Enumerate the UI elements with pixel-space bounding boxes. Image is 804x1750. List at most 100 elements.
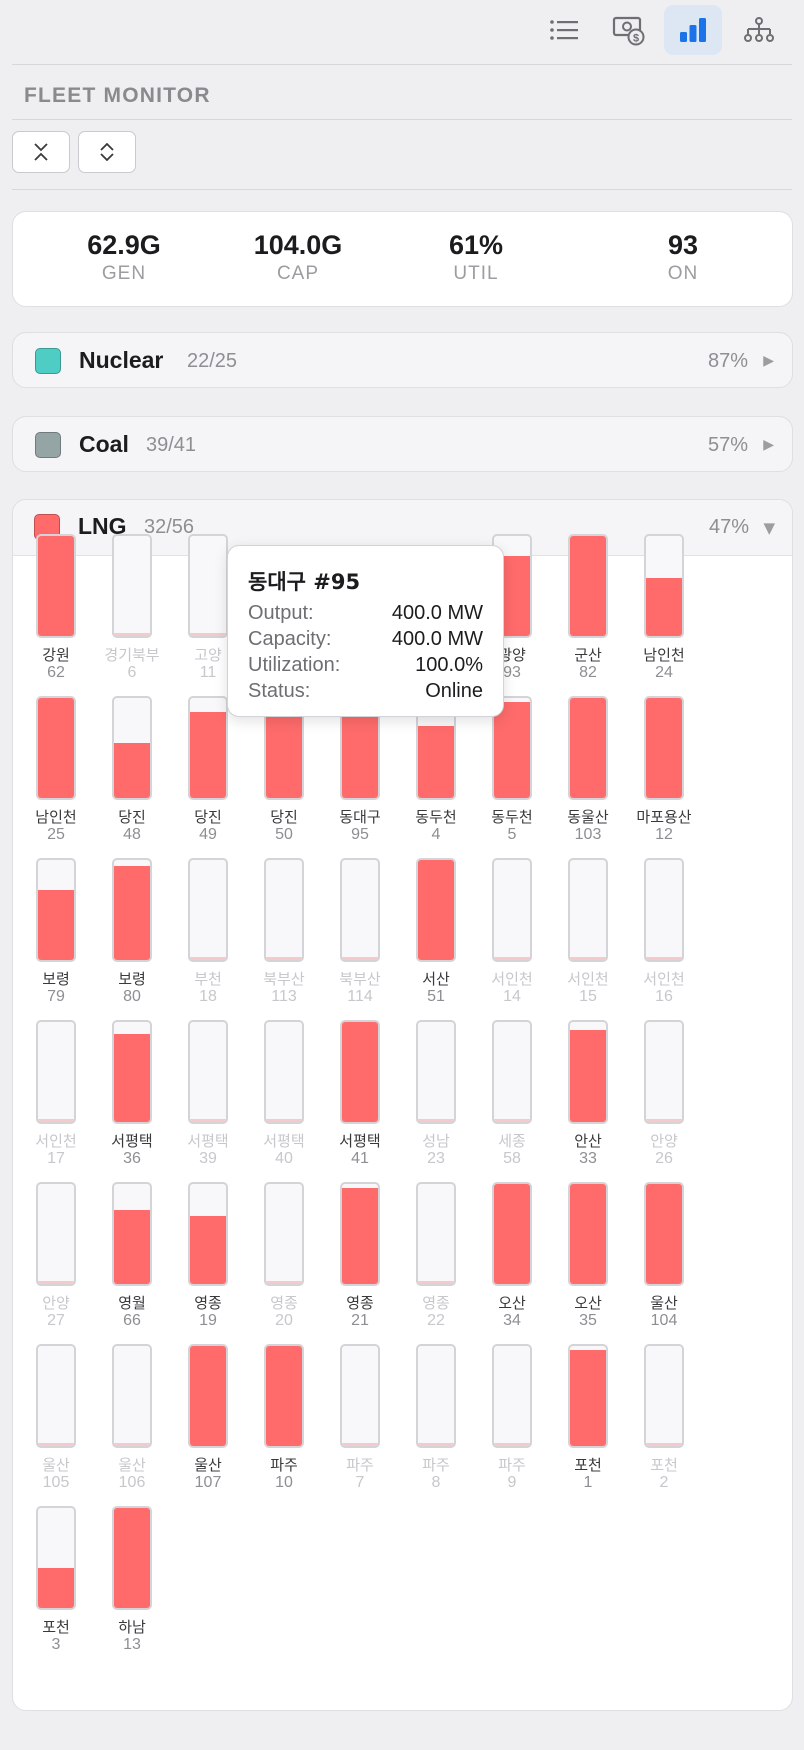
lng-unit[interactable]: 부천 18: [170, 858, 246, 1018]
lng-unit[interactable]: 당진 48: [94, 696, 170, 856]
lng-unit[interactable]: 영월 66: [94, 1182, 170, 1342]
lng-unit[interactable]: 군산 82: [550, 534, 626, 694]
lng-unit[interactable]: 울산 106: [94, 1344, 170, 1504]
lng-unit[interactable]: 파주 9: [474, 1344, 550, 1504]
lng-unit[interactable]: 영종 20: [246, 1182, 322, 1342]
unit-utilization-fill: [38, 1281, 74, 1284]
unit-utilization-fill: [266, 957, 302, 960]
group-row-nuclear[interactable]: Nuclear 22/25 87% ▶: [12, 332, 793, 388]
unit-id: 14: [503, 988, 521, 1005]
lng-unit[interactable]: 남인천 25: [18, 696, 94, 856]
unit-name: 울산: [194, 1456, 222, 1474]
list-view-button[interactable]: [535, 5, 593, 55]
lng-unit[interactable]: 울산 107: [170, 1344, 246, 1504]
lng-unit[interactable]: 포천 2: [626, 1344, 702, 1504]
lng-unit[interactable]: 안산 33: [550, 1020, 626, 1180]
unit-name: 남인천: [35, 808, 77, 826]
lng-unit[interactable]: 서인천 15: [550, 858, 626, 1018]
unit-id: 19: [199, 1312, 217, 1329]
collapse-all-button[interactable]: [12, 131, 70, 173]
lng-unit[interactable]: 파주 7: [322, 1344, 398, 1504]
stat-label: UTIL: [453, 263, 499, 284]
unit-utilization-bar: [568, 858, 608, 962]
unit-id: 10: [275, 1474, 293, 1491]
lng-unit[interactable]: 서산 51: [398, 858, 474, 1018]
lng-unit[interactable]: 동두천 5: [474, 696, 550, 856]
lng-unit[interactable]: 성남 23: [398, 1020, 474, 1180]
unit-utilization-fill: [418, 726, 454, 798]
lng-unit[interactable]: 남인천 24: [626, 534, 702, 694]
lng-unit[interactable]: 안양 26: [626, 1020, 702, 1180]
unit-id: 34: [503, 1312, 521, 1329]
toolbar: $: [0, 0, 804, 64]
lng-unit[interactable]: 서인천 16: [626, 858, 702, 1018]
tooltip-value: Online: [425, 680, 483, 702]
lng-unit[interactable]: 경기북부 6: [94, 534, 170, 694]
unit-name: 영종: [270, 1294, 298, 1312]
unit-id: 15: [579, 988, 597, 1005]
lng-unit[interactable]: 서평택 36: [94, 1020, 170, 1180]
lng-unit[interactable]: 오산 34: [474, 1182, 550, 1342]
lng-unit[interactable]: 서평택 40: [246, 1020, 322, 1180]
unit-utilization-bar: [188, 1344, 228, 1448]
unit-utilization-bar: [416, 1182, 456, 1286]
unit-utilization-bar: [36, 1344, 76, 1448]
lng-unit[interactable]: 포천 3: [18, 1506, 94, 1666]
lng-unit[interactable]: 보령 79: [18, 858, 94, 1018]
chart-view-button[interactable]: [664, 5, 722, 55]
lng-unit[interactable]: 영종 21: [322, 1182, 398, 1342]
group-name: Coal: [79, 431, 129, 457]
lng-unit[interactable]: 당진 50: [246, 696, 322, 856]
lng-unit[interactable]: 안양 27: [18, 1182, 94, 1342]
lng-unit[interactable]: 파주 10: [246, 1344, 322, 1504]
hierarchy-view-button[interactable]: [730, 5, 788, 55]
group-percent: 57%: [707, 434, 748, 456]
lng-unit[interactable]: 서인천 14: [474, 858, 550, 1018]
unit-tooltip: 동대구 #95 Output: 400.0 MW Capacity: 400.0…: [227, 545, 504, 717]
unit-id: 4: [431, 826, 441, 843]
unit-utilization-fill: [570, 698, 606, 798]
unit-utilization-bar: [492, 1344, 532, 1448]
unit-name: 동대구: [339, 808, 381, 826]
billing-view-button[interactable]: $: [600, 5, 658, 55]
unit-utilization-bar: [36, 1182, 76, 1286]
lng-unit[interactable]: 영종 19: [170, 1182, 246, 1342]
lng-unit[interactable]: 강원 62: [18, 534, 94, 694]
unit-name: 동두천: [491, 808, 533, 826]
lng-unit[interactable]: 북부산 114: [322, 858, 398, 1018]
unit-utilization-bar: [416, 858, 456, 962]
unit-utilization-fill: [342, 1022, 378, 1122]
lng-unit[interactable]: 동대구 95: [322, 696, 398, 856]
lng-unit[interactable]: 오산 35: [550, 1182, 626, 1342]
lng-unit[interactable]: 북부산 113: [246, 858, 322, 1018]
lng-unit[interactable]: 동울산 103: [550, 696, 626, 856]
unit-utilization-bar: [36, 534, 76, 638]
lng-unit[interactable]: 서평택 41: [322, 1020, 398, 1180]
tooltip-value: 400.0 MW: [391, 628, 483, 650]
unit-id: 48: [123, 826, 141, 843]
group-row-coal[interactable]: Coal 39/41 57% ▶: [12, 416, 793, 472]
controls-divider: [12, 189, 792, 190]
unit-name: 파주: [498, 1456, 526, 1474]
lng-unit[interactable]: 서인천 17: [18, 1020, 94, 1180]
unit-utilization-fill: [570, 536, 606, 636]
lng-unit[interactable]: 영종 22: [398, 1182, 474, 1342]
lng-unit[interactable]: 하남 13: [94, 1506, 170, 1666]
expand-all-button[interactable]: [78, 131, 136, 173]
lng-unit[interactable]: 울산 105: [18, 1344, 94, 1504]
lng-unit[interactable]: 세종 58: [474, 1020, 550, 1180]
unit-utilization-fill: [646, 1184, 682, 1284]
lng-unit[interactable]: 당진 49: [170, 696, 246, 856]
lng-unit[interactable]: 울산 104: [626, 1182, 702, 1342]
lng-unit[interactable]: 파주 8: [398, 1344, 474, 1504]
unit-utilization-bar: [188, 534, 228, 638]
unit-name: 영종: [194, 1294, 222, 1312]
lng-unit[interactable]: 마포용산 12: [626, 696, 702, 856]
lng-unit[interactable]: 보령 80: [94, 858, 170, 1018]
lng-unit[interactable]: 동두천 4: [398, 696, 474, 856]
unit-id: 12: [655, 826, 673, 843]
lng-unit[interactable]: 서평택 39: [170, 1020, 246, 1180]
unit-id: 23: [427, 1150, 445, 1167]
unit-utilization-bar: [36, 1020, 76, 1124]
lng-unit[interactable]: 포천 1: [550, 1344, 626, 1504]
